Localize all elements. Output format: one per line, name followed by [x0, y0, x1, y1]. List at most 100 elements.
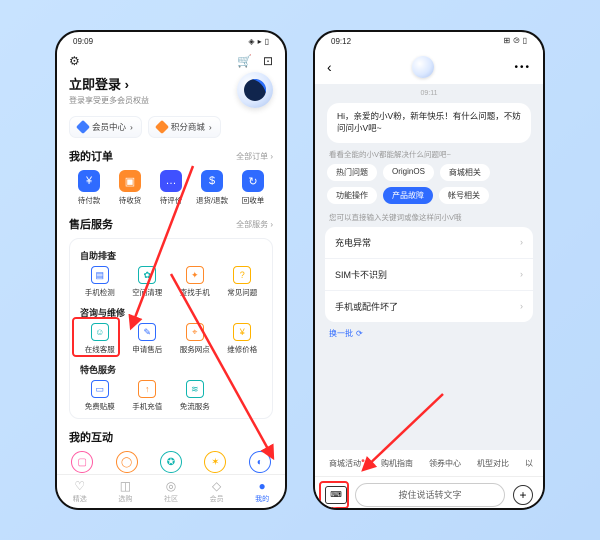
order-label: 待付款: [78, 195, 101, 206]
service-item[interactable]: ¥ 维修价格: [219, 323, 267, 355]
service-label: 手机检测: [85, 287, 115, 298]
interact-icon[interactable]: ✶: [204, 451, 226, 473]
faq-item[interactable]: 手机或配件坏了›: [325, 291, 533, 322]
interact-icon[interactable]: ◐: [249, 451, 271, 473]
plus-icon[interactable]: +: [513, 485, 533, 505]
faq-item[interactable]: SIM卡不识别›: [325, 259, 533, 291]
nav-label: 会员: [210, 494, 224, 504]
nav-item[interactable]: ◫ 选购: [118, 479, 132, 504]
order-label: 待评价: [160, 195, 183, 206]
interact-scroll[interactable]: ▢ ◯ ✪ ✶ ◐: [69, 451, 273, 475]
quick-tab[interactable]: 以: [525, 459, 533, 468]
nav-label: 我的: [255, 494, 269, 504]
status-bar: 09:12 ⊞⧁▯: [315, 32, 543, 50]
service-icon: ↑: [138, 380, 156, 398]
orders-more[interactable]: 全部订单 ›: [236, 151, 273, 162]
service-label: 空间清理: [132, 287, 162, 298]
service-item[interactable]: ⌖ 服务网点: [171, 323, 219, 355]
phone-right: 09:12 ⊞⧁▯ ‹ ••• 09:11 Hi，亲爱的小V粉，新年快乐！有什么…: [313, 30, 545, 510]
more-icon[interactable]: •••: [514, 62, 531, 73]
service-icon: ☺: [91, 323, 109, 341]
order-icon: $: [201, 170, 223, 192]
nav-item[interactable]: ◇ 会员: [210, 479, 224, 504]
hold-to-speak-button[interactable]: 按住说话转文字: [355, 483, 505, 507]
back-icon[interactable]: ‹: [327, 59, 332, 75]
service-item[interactable]: ▭ 免费贴膜: [76, 380, 124, 412]
category-chip[interactable]: 产品故障: [383, 187, 433, 204]
service-icon: ¥: [233, 323, 251, 341]
header-actions: 🛒 ⊡: [237, 54, 273, 68]
service-item[interactable]: ✿ 空间清理: [124, 266, 172, 298]
chevron-right-icon: ›: [520, 269, 523, 279]
bot-avatar-icon: [412, 56, 434, 78]
nav-icon: ◫: [120, 479, 131, 493]
order-item[interactable]: ↻ 回收单: [235, 170, 271, 206]
quick-tab[interactable]: 商城活动●: [329, 459, 365, 468]
bottom-quick-tabs[interactable]: 商城活动● 购机指南 领券中心 机型对比 以: [315, 450, 543, 476]
category-chip[interactable]: 帐号相关: [439, 187, 489, 204]
order-label: 退货/退款: [196, 195, 228, 206]
interact-icon[interactable]: ✪: [160, 451, 182, 473]
service-label: 维修价格: [227, 344, 257, 355]
aftersale-title: 售后服务: [69, 216, 113, 232]
quick-tab[interactable]: 机型对比: [477, 459, 509, 468]
quick-tab[interactable]: 购机指南: [381, 459, 413, 468]
pill-member-center[interactable]: 会员中心 ›: [69, 116, 142, 138]
category-chip[interactable]: 功能操作: [327, 187, 377, 204]
cart-icon[interactable]: 🛒: [237, 54, 252, 68]
message-icon[interactable]: ⊡: [263, 54, 273, 68]
faq-note: 您可以直接输入关键词或像这样问小V哦: [329, 212, 529, 223]
nav-item[interactable]: ◎ 社区: [164, 479, 178, 504]
order-label: 待收货: [119, 195, 142, 206]
service-item[interactable]: ↑ 手机充值: [124, 380, 172, 412]
avatar[interactable]: [237, 72, 273, 108]
refresh-batch[interactable]: 换一批⟳: [329, 328, 529, 339]
order-item[interactable]: … 待评价: [153, 170, 189, 206]
selfcheck-title: 自助排查: [80, 249, 266, 262]
nav-label: 精选: [73, 494, 87, 504]
order-item[interactable]: ▣ 待收货: [112, 170, 148, 206]
category-chip[interactable]: 热门问题: [327, 164, 377, 181]
interact-icon[interactable]: ▢: [71, 451, 93, 473]
nav-icon: ♡: [74, 479, 85, 493]
service-item[interactable]: ☺ 在线客服: [76, 323, 124, 355]
category-chip[interactable]: OriginOS: [383, 164, 434, 181]
nav-label: 选购: [118, 494, 132, 504]
service-label: 免费贴膜: [85, 401, 115, 412]
settings-icon[interactable]: ⚙: [69, 54, 80, 68]
pill-points-mall[interactable]: 积分商城 ›: [148, 116, 221, 138]
quick-tab[interactable]: 领券中心: [429, 459, 461, 468]
service-item[interactable]: ▤ 手机检测: [76, 266, 124, 298]
login-title[interactable]: 立即登录 ›: [69, 74, 149, 93]
status-bar: 09:09 ◈▸▯: [57, 32, 285, 50]
status-icons: ◈▸▯: [245, 37, 269, 46]
service-item[interactable]: ✦ 查找手机: [171, 266, 219, 298]
service-item[interactable]: ✎ 申请售后: [124, 323, 172, 355]
service-label: 常见问题: [227, 287, 257, 298]
order-icon: ¥: [78, 170, 100, 192]
nav-icon: ◎: [166, 479, 176, 493]
order-item[interactable]: $ 退货/退款: [194, 170, 230, 206]
phone-left: 09:09 ◈▸▯ ⚙ 🛒 ⊡ 立即登录 › 登录享受更多会员权益 会员中心 ›…: [55, 30, 287, 510]
order-item[interactable]: ¥ 待付款: [71, 170, 107, 206]
interact-icon[interactable]: ◯: [116, 451, 138, 473]
nav-item[interactable]: ● 我的: [255, 479, 269, 504]
aftersale-more[interactable]: 全部服务 ›: [236, 219, 273, 230]
category-chip[interactable]: 商城相关: [440, 164, 490, 181]
keyboard-toggle-icon[interactable]: ⌨: [325, 486, 347, 504]
service-icon: ▭: [91, 380, 109, 398]
order-label: 回收单: [242, 195, 265, 206]
service-label: 申请售后: [132, 344, 162, 355]
service-icon: ✿: [138, 266, 156, 284]
service-item[interactable]: ? 常见问题: [219, 266, 267, 298]
interact-title: 我的互动: [69, 429, 113, 445]
faq-item[interactable]: 充电异常›: [325, 227, 533, 259]
service-label: 手机充值: [132, 401, 162, 412]
msg-time: 09:11: [315, 90, 543, 97]
nav-item[interactable]: ♡ 精选: [73, 479, 87, 504]
service-item[interactable]: ≋ 免流服务: [171, 380, 219, 412]
service-label: 服务网点: [180, 344, 210, 355]
order-icon: ▣: [119, 170, 141, 192]
service-label: 在线客服: [85, 344, 115, 355]
status-time: 09:09: [73, 37, 93, 46]
